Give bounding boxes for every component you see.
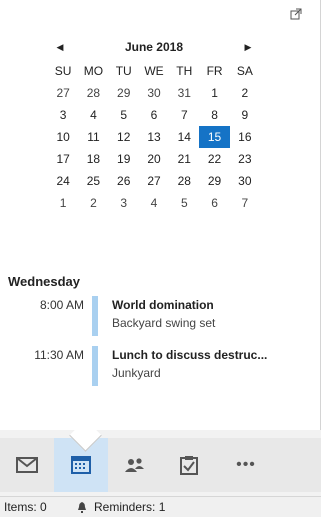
appointment-location: Backyard swing set [112,316,216,330]
weekday-header: MO [83,64,104,78]
appointment-color-bar [92,296,98,336]
calendar-day[interactable]: 12 [109,126,139,148]
items-count: Items: 0 [4,500,47,514]
calendar-day[interactable]: 6 [139,104,169,126]
calendar-day[interactable]: 27 [139,170,169,192]
appointment-subject: Lunch to discuss destruc... [112,348,268,362]
calendar-day[interactable]: 3 [109,192,139,214]
month-header: ◀ June 2018 ▶ [48,34,260,60]
appointment-color-bar [92,346,98,386]
tasks-nav-button[interactable] [162,438,216,492]
appointment-location: Junkyard [112,366,161,380]
calendar-day[interactable]: 18 [78,148,108,170]
calendar-day[interactable]: 28 [78,82,108,104]
calendar-day-selected[interactable]: 15 [199,126,230,148]
reminder-bell-icon [74,501,90,513]
appointment-item[interactable]: 11:30 AM Lunch to discuss destruc... Jun… [0,346,321,386]
weekday-header: FR [206,64,223,78]
calendar-icon [71,456,91,474]
weekday-header: SA [236,64,253,78]
calendar-day[interactable]: 3 [48,104,78,126]
weekday-header: SU [54,64,72,78]
appointment-subject: World domination [112,298,214,312]
calendar-day[interactable]: 4 [78,104,108,126]
calendar-day[interactable]: 30 [230,170,260,192]
mail-nav-button[interactable] [0,438,54,492]
calendar-day[interactable]: 21 [169,148,199,170]
weekday-header: TH [176,64,193,78]
tasks-icon [180,456,198,475]
month-label: June 2018 [124,40,184,54]
calendar-day[interactable]: 5 [109,104,139,126]
calendar-peek-panel: ◀ June 2018 ▶ SU MO TU WE TH FR SA 27 28 29 30 31 1 2… [0,0,321,430]
appointment-time: 8:00 AM [39,298,84,312]
calendar-day[interactable]: 29 [199,170,229,192]
calendar-day[interactable]: 5 [169,192,199,214]
weekday-header: TU [115,64,132,78]
calendar-day[interactable]: 23 [230,148,260,170]
calendar-day[interactable]: 26 [109,170,139,192]
appointment-time: 11:30 AM [34,348,84,362]
calendar-day[interactable]: 7 [169,104,199,126]
calendar-day[interactable]: 31 [169,82,199,104]
calendar-day[interactable]: 20 [139,148,169,170]
more-icon: ••• [236,456,256,473]
calendar-day[interactable]: 1 [199,82,229,104]
status-bar: Items: 0 Reminders: 1 [0,496,321,517]
calendar-day[interactable]: 6 [199,192,229,214]
people-icon [125,458,144,472]
calendar-day[interactable]: 22 [199,148,229,170]
more-nav-button[interactable]: ••• [216,438,276,492]
calendar-day[interactable]: 24 [48,170,78,192]
calendar-day[interactable]: 29 [109,82,139,104]
calendar-day[interactable]: 7 [230,192,260,214]
next-month-icon[interactable]: ▶ [236,42,260,53]
weekday-header: WE [144,64,164,78]
calendar-day[interactable]: 27 [48,82,78,104]
prev-month-icon[interactable]: ◀ [48,42,72,53]
calendar-grid: SU MO TU WE TH FR SA 27 28 29 30 31 1 2 3 4 5 6 7 8 9 10 11 12 1… [48,60,260,214]
calendar-day[interactable]: 19 [109,148,139,170]
calendar-day[interactable]: 2 [78,192,108,214]
calendar-day[interactable]: 1 [48,192,78,214]
calendar-day[interactable]: 2 [230,82,260,104]
calendar-day[interactable]: 25 [78,170,108,192]
calendar-day[interactable]: 4 [139,192,169,214]
mail-icon [16,457,38,473]
agenda-day-heading: Wednesday [8,274,81,289]
appointment-item[interactable]: 8:00 AM World domination Backyard swing … [0,296,321,336]
calendar-day[interactable]: 10 [48,126,78,148]
calendar-day[interactable]: 8 [199,104,229,126]
calendar-day[interactable]: 17 [48,148,78,170]
people-nav-button[interactable] [108,438,162,492]
calendar-day[interactable]: 16 [230,126,260,148]
calendar-day[interactable]: 14 [169,126,199,148]
calendar-day[interactable]: 28 [169,170,199,192]
calendar-day[interactable]: 13 [139,126,169,148]
calendar-day[interactable]: 30 [139,82,169,104]
calendar-day[interactable]: 9 [230,104,260,126]
calendar-day[interactable]: 11 [78,126,108,148]
module-navigation-bar: ••• [0,438,321,492]
popout-icon[interactable] [288,8,304,24]
reminders-count[interactable]: Reminders: 1 [94,500,165,514]
date-navigator: ◀ June 2018 ▶ SU MO TU WE TH FR SA 27 28 29 30 31 1 2… [48,34,260,214]
